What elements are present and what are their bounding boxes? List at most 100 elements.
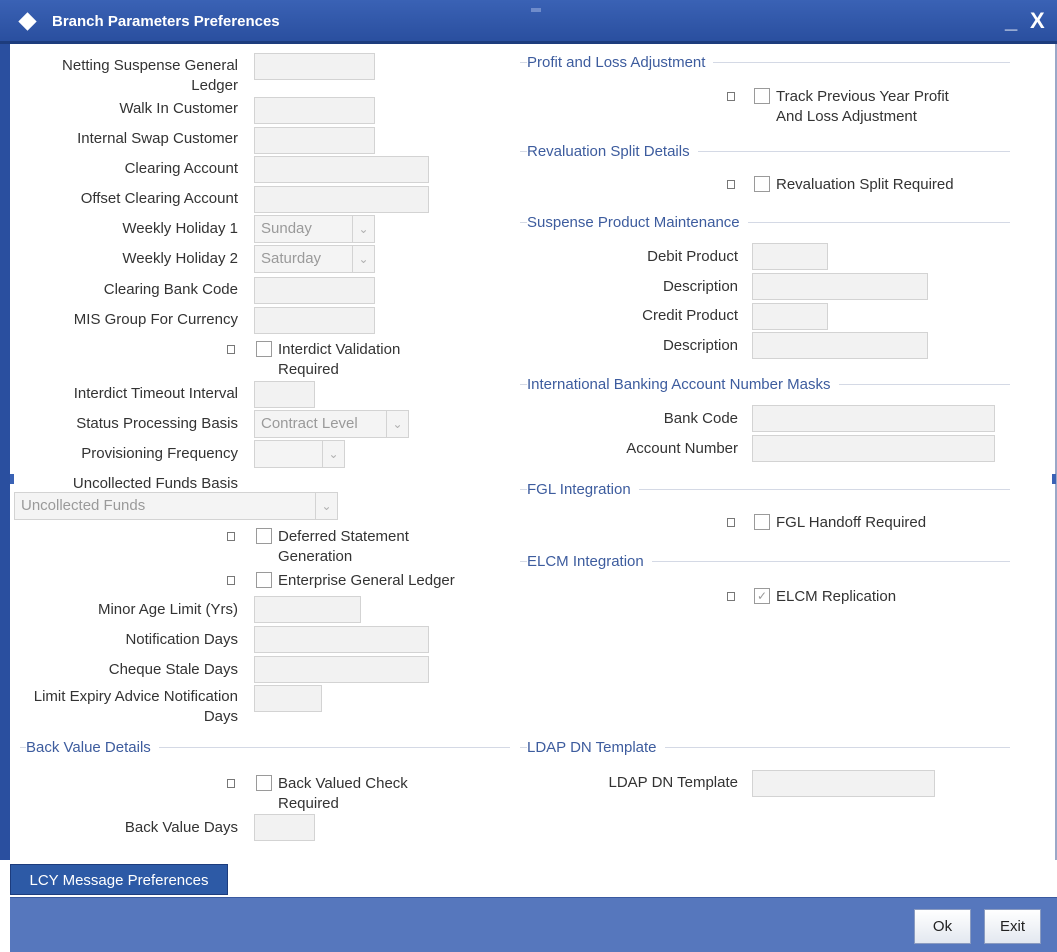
mis-group-input[interactable] [254,307,375,334]
credit-product-input[interactable] [752,303,828,330]
elcm-replication-label: ELCM Replication [776,588,897,605]
weekly-holiday-2-value: Saturday [261,250,322,267]
clearing-bank-code-input[interactable] [254,277,375,304]
ldap-template-label: LDAP DN Template [608,774,738,791]
provisioning-frequency-label: Provisioning Frequency [81,445,238,462]
chevron-down-icon: ⌄ [386,411,408,437]
chevron-down-icon: ⌄ [352,246,374,272]
interdict-validation-checkbox[interactable] [256,341,272,357]
limit-expiry-label: Limit Expiry Advice Notification [33,688,238,705]
clearing-account-label: Clearing Account [124,160,238,177]
limit-expiry-input[interactable] [254,685,322,712]
pl-section-title: Profit and Loss Adjustment [527,52,714,73]
ok-button[interactable]: Ok [914,909,971,944]
track-prev-year-checkbox[interactable] [754,88,770,104]
track-prev-year-label-line2: And Loss Adjustment [776,108,917,125]
enterprise-gl-checkbox[interactable] [256,572,272,588]
interdict-validation-label: Interdict Validation [278,341,401,358]
netting-suspense-label: Netting Suspense General [62,57,238,74]
deferred-statement-label-line2: Generation [278,548,353,565]
top-center-marker [531,8,541,12]
exit-button[interactable]: Exit [984,909,1041,944]
uncollected-funds-value: Uncollected Funds [21,497,146,514]
ldap-section-title: LDAP DN Template [527,737,665,758]
deferred-statement-label: Deferred Statement [278,528,409,545]
notification-days-label: Notification Days [125,631,238,648]
minor-age-input[interactable] [254,596,361,623]
cheque-stale-days-input[interactable] [254,656,429,683]
bank-code-input[interactable] [752,405,995,432]
right-edge-marker [1052,474,1056,484]
notification-days-input[interactable] [254,626,429,653]
field-marker-icon [727,518,735,527]
chevron-down-icon: ⌄ [352,216,374,242]
close-button[interactable]: X [1030,8,1045,34]
reval-split-checkbox[interactable] [754,176,770,192]
walk-in-customer-input[interactable] [254,97,375,124]
reval-split-label: Revaluation Split Required [776,176,954,193]
credit-product-label: Credit Product [642,307,738,324]
clearing-account-input[interactable] [254,156,429,183]
netting-suspense-label-line2: Ledger [191,77,238,94]
weekly-holiday-2-select[interactable]: Saturday ⌄ [254,245,375,273]
fgl-section-title: FGL Integration [527,479,639,500]
field-marker-icon [727,592,735,601]
chevron-down-icon: ⌄ [322,441,344,467]
weekly-holiday-1-label: Weekly Holiday 1 [122,220,238,237]
back-value-section-title: Back Value Details [26,737,159,758]
status-processing-value: Contract Level [261,415,358,432]
field-marker-icon [227,576,235,585]
account-number-input[interactable] [752,435,995,462]
uncollected-funds-select[interactable]: Uncollected Funds ⌄ [14,492,338,520]
minimize-button[interactable]: _ [1005,8,1017,34]
interdict-timeout-input[interactable] [254,381,315,408]
description-1-input[interactable] [752,273,928,300]
status-processing-select[interactable]: Contract Level ⌄ [254,410,409,438]
bottom-button-bar [10,897,1057,952]
account-number-label: Account Number [626,440,738,457]
walk-in-customer-label: Walk In Customer [119,100,238,117]
debit-product-input[interactable] [752,243,828,270]
status-processing-label: Status Processing Basis [76,415,238,432]
weekly-holiday-2-label: Weekly Holiday 2 [122,250,238,267]
window-title: Branch Parameters Preferences [52,13,280,30]
debit-product-label: Debit Product [647,248,738,265]
back-value-days-input[interactable] [254,814,315,841]
app-diamond-icon [18,12,37,31]
bank-code-label: Bank Code [663,410,738,427]
elcm-replication-checkbox[interactable]: ✓ [754,588,770,604]
offset-clearing-account-input[interactable] [254,186,429,213]
weekly-holiday-1-select[interactable]: Sunday ⌄ [254,215,375,243]
limit-expiry-label-line2: Days [203,708,238,725]
track-prev-year-label: Track Previous Year Profit [776,88,949,105]
description-1-label: Description [662,278,738,295]
back-valued-check-label-line2: Required [278,795,339,812]
reval-section-title: Revaluation Split Details [527,141,698,162]
enterprise-gl-label: Enterprise General Ledger [278,572,455,589]
netting-suspense-input[interactable] [254,53,375,80]
back-value-days-label: Back Value Days [124,819,238,836]
field-marker-icon [727,92,735,101]
description-2-input[interactable] [752,332,928,359]
clearing-bank-code-label: Clearing Bank Code [103,281,238,298]
back-valued-check-checkbox[interactable] [256,775,272,791]
cheque-stale-days-label: Cheque Stale Days [108,661,238,678]
minor-age-label: Minor Age Limit (Yrs) [97,601,238,618]
internal-swap-customer-input[interactable] [254,127,375,154]
interdict-timeout-label: Interdict Timeout Interval [73,385,238,402]
field-marker-icon [227,779,235,788]
ldap-template-input[interactable] [752,770,935,797]
description-2-label: Description [662,337,738,354]
provisioning-frequency-select[interactable]: ⌄ [254,440,345,468]
left-edge-marker [10,474,14,484]
field-marker-icon [727,180,735,189]
fgl-handoff-checkbox[interactable] [754,514,770,530]
offset-clearing-account-label: Offset Clearing Account [80,190,238,207]
uncollected-funds-basis-label: Uncollected Funds Basis [72,475,238,492]
iban-section-title: International Banking Account Number Mas… [527,374,839,395]
deferred-statement-checkbox[interactable] [256,528,272,544]
field-marker-icon [227,532,235,541]
weekly-holiday-1-value: Sunday [261,220,312,237]
suspense-section-title: Suspense Product Maintenance [527,212,748,233]
lcy-message-preferences-button[interactable]: LCY Message Preferences [10,864,228,895]
